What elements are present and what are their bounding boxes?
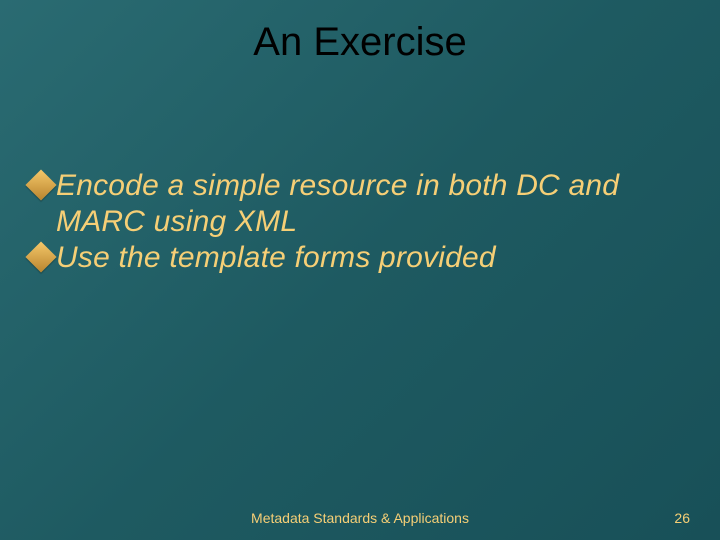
bullet-list: Encode a simple resource in both DC and …: [30, 168, 680, 276]
bullet-text: Use the template forms provided: [56, 240, 680, 276]
diamond-bullet-icon: [25, 241, 56, 272]
diamond-bullet-icon: [25, 169, 56, 200]
list-item: Encode a simple resource in both DC and …: [30, 168, 680, 240]
slide: An Exercise Encode a simple resource in …: [0, 0, 720, 540]
slide-title: An Exercise: [0, 20, 720, 65]
page-number: 26: [674, 510, 690, 526]
footer-text: Metadata Standards & Applications: [0, 510, 720, 526]
bullet-text: Encode a simple resource in both DC and …: [56, 168, 680, 240]
list-item: Use the template forms provided: [30, 240, 680, 276]
